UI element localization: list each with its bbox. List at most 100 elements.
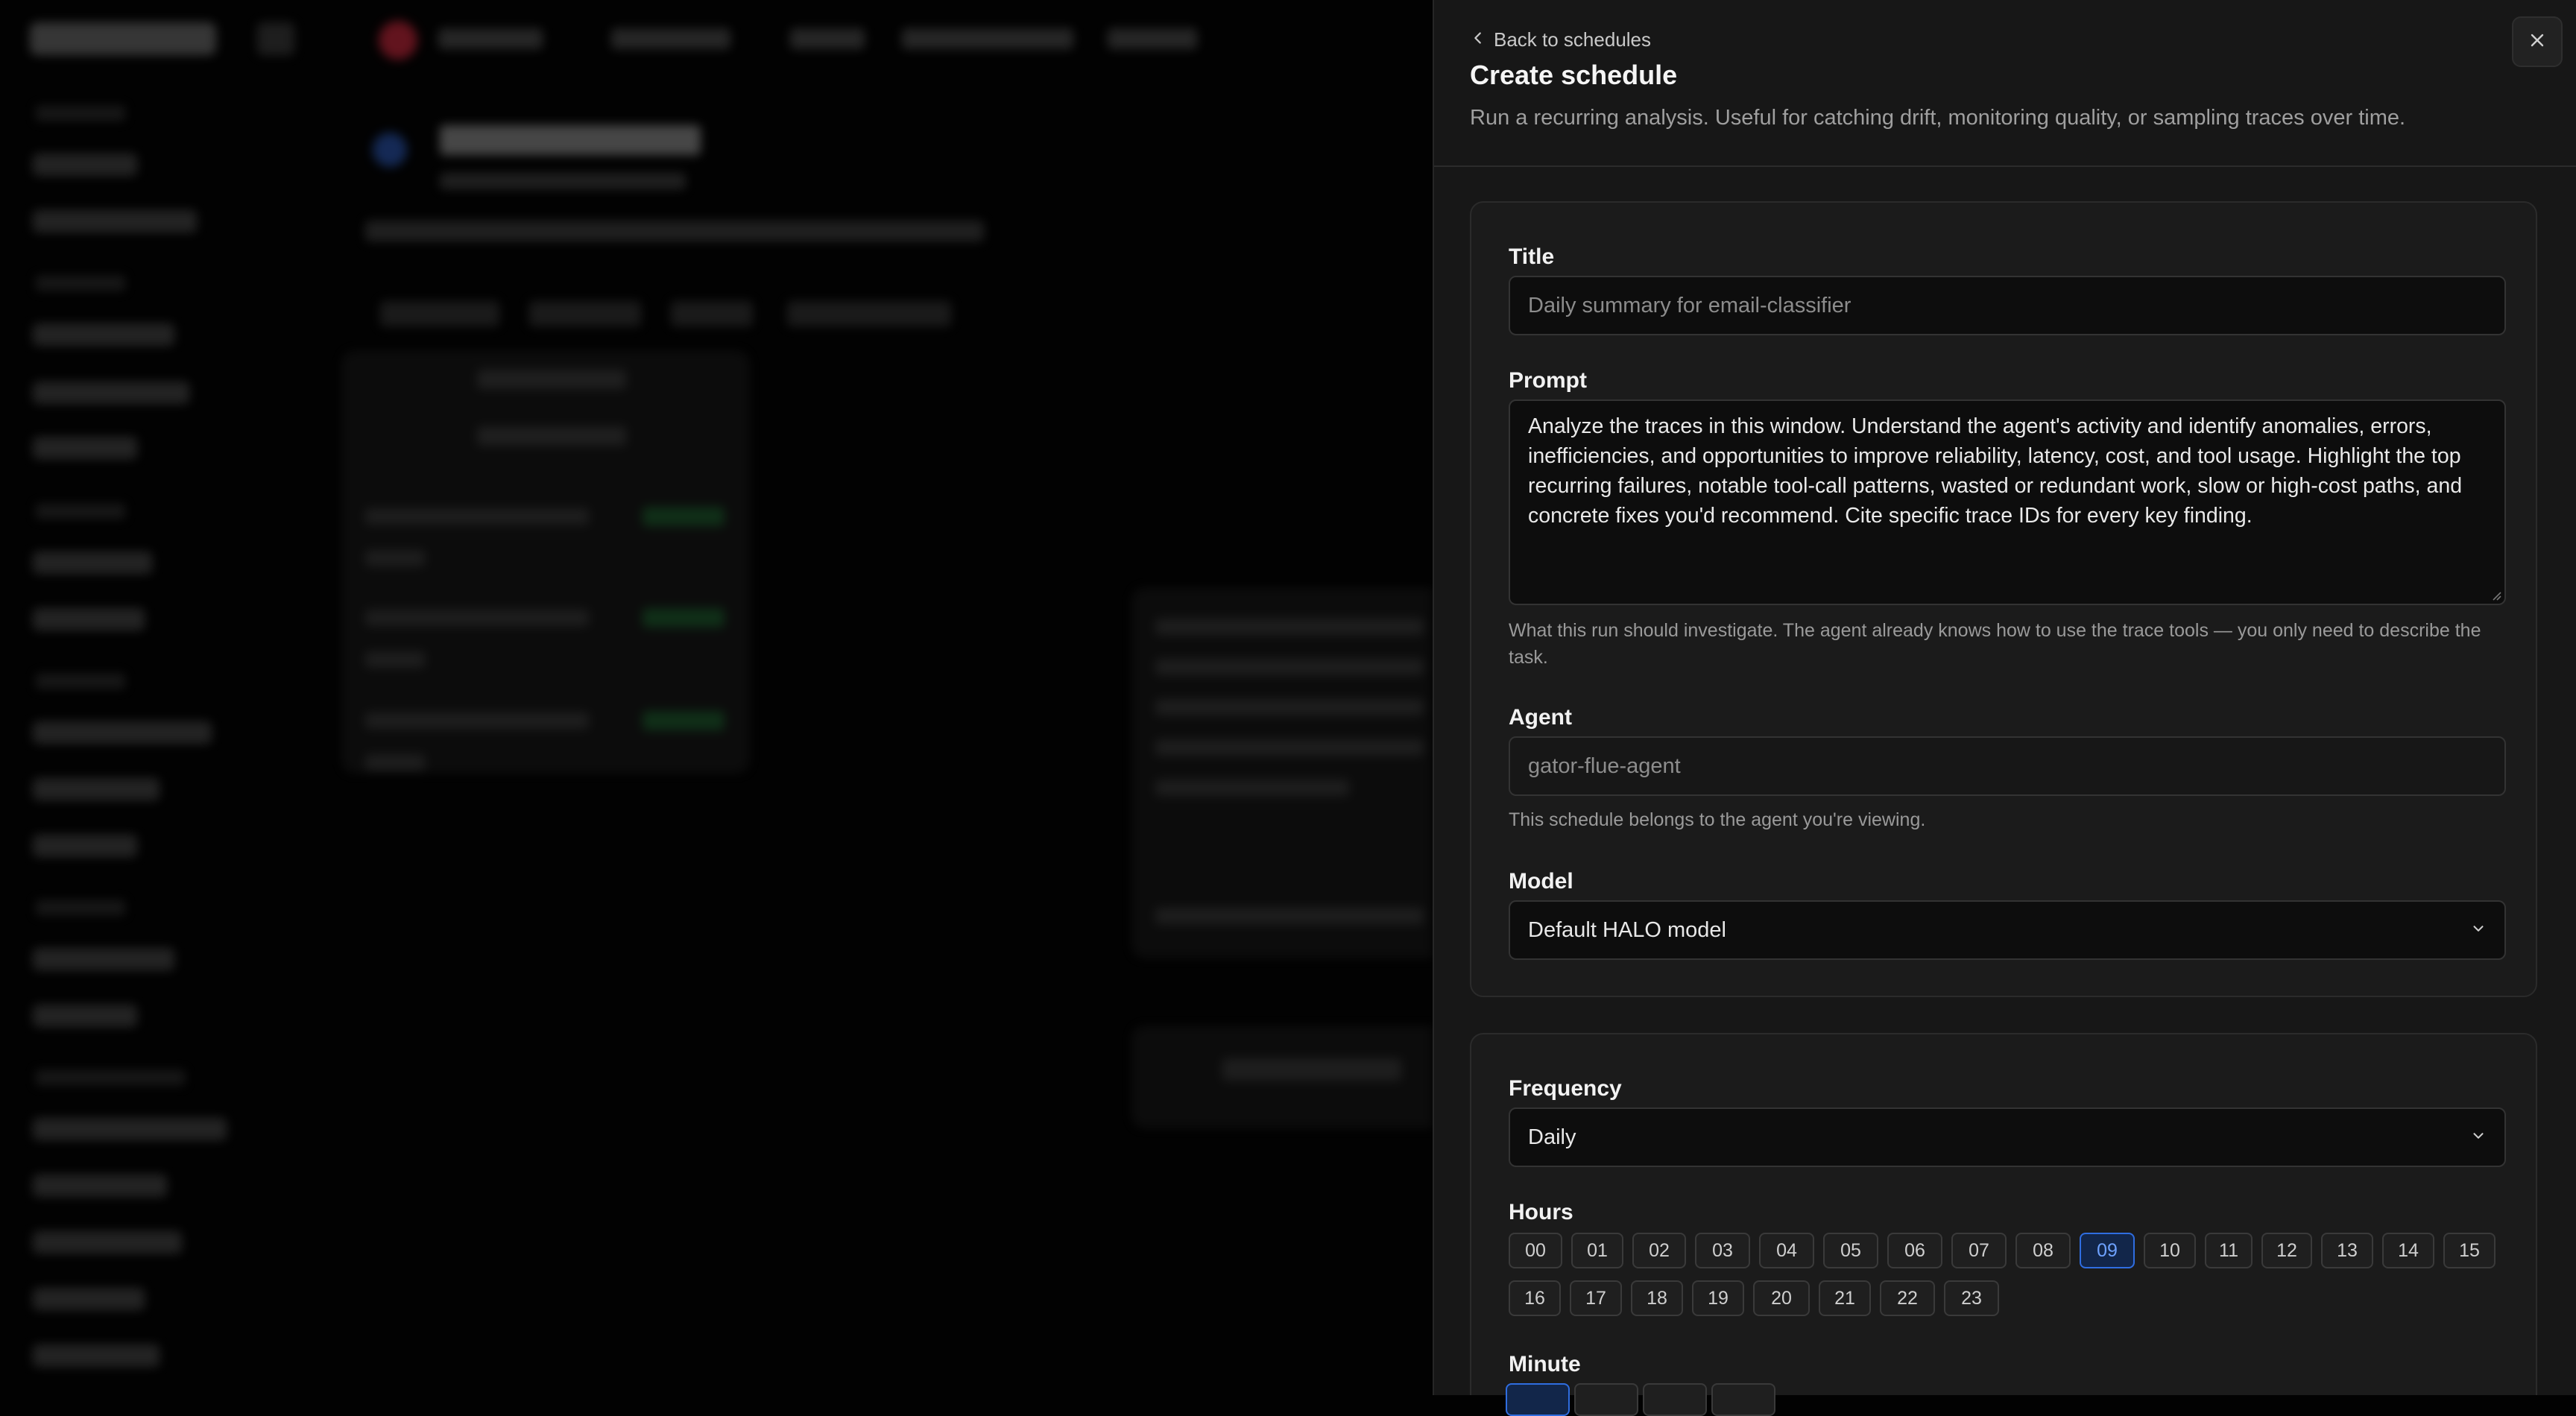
topbar-link — [1108, 28, 1197, 49]
detail-text — [1155, 699, 1424, 715]
back-to-schedules-link[interactable]: Back to schedules — [1470, 28, 1651, 51]
agent-description — [365, 221, 984, 241]
sidebar-item — [33, 1231, 182, 1254]
hour-chip-20[interactable]: 20 — [1753, 1280, 1810, 1316]
sidebar-section — [36, 900, 125, 915]
minute-chip[interactable] — [1506, 1383, 1570, 1416]
detail-text — [1155, 619, 1424, 635]
sidebar-item — [33, 1344, 160, 1367]
hour-chip-23[interactable]: 23 — [1944, 1280, 1999, 1316]
topbar-link — [611, 28, 730, 49]
hour-chip-09[interactable]: 09 — [2080, 1233, 2135, 1268]
page-title: Create schedule — [1470, 60, 1678, 90]
list-item — [365, 610, 589, 626]
detail-text — [1155, 739, 1424, 756]
hour-chip-05[interactable]: 05 — [1823, 1233, 1878, 1268]
workspace-switcher — [438, 28, 543, 49]
sidebar-item — [33, 210, 197, 233]
chevron-left-icon — [1470, 28, 1486, 51]
detail-text — [1155, 908, 1424, 924]
list-item — [365, 508, 589, 525]
sidebar-item — [33, 721, 212, 744]
hour-chip-04[interactable]: 04 — [1759, 1233, 1814, 1268]
hour-chip-11[interactable]: 11 — [2205, 1233, 2253, 1268]
status-badge — [643, 608, 724, 628]
background-app — [0, 0, 1433, 1395]
hour-chip-13[interactable]: 13 — [2321, 1233, 2373, 1268]
model-select[interactable]: Default HALO model — [1509, 900, 2506, 960]
topbar-link — [790, 28, 865, 49]
hour-chip-12[interactable]: 12 — [2261, 1233, 2312, 1268]
status-badge — [643, 507, 724, 526]
minute-chip[interactable] — [1711, 1383, 1775, 1416]
model-label: Model — [1509, 869, 1573, 894]
tab — [671, 301, 753, 326]
agent-icon — [373, 133, 407, 167]
hour-chip-10[interactable]: 10 — [2144, 1233, 2196, 1268]
list-item — [365, 550, 425, 566]
hour-chip-22[interactable]: 22 — [1880, 1280, 1935, 1316]
hour-chip-16[interactable]: 16 — [1509, 1280, 1561, 1316]
avatar — [379, 21, 417, 60]
hour-chip-01[interactable]: 01 — [1571, 1233, 1623, 1268]
hour-chip-03[interactable]: 03 — [1695, 1233, 1750, 1268]
minute-chip[interactable] — [1574, 1383, 1638, 1416]
tab — [529, 301, 641, 326]
hours-label: Hours — [1509, 1200, 1573, 1224]
title-input[interactable]: Daily summary for email-classifier — [1509, 276, 2506, 335]
sidebar-section — [36, 1070, 185, 1085]
minute-label: Minute — [1509, 1352, 1581, 1377]
sidebar-item — [33, 1288, 145, 1310]
prompt-textarea[interactable]: Analyze the traces in this window. Under… — [1509, 399, 2506, 605]
minute-chip[interactable] — [1643, 1383, 1707, 1416]
topbar-link — [902, 28, 1073, 49]
frequency-select[interactable]: Daily — [1509, 1107, 2506, 1167]
sidebar-section — [36, 504, 125, 519]
sidebar-item — [33, 608, 145, 630]
hour-chip-14[interactable]: 14 — [2382, 1233, 2434, 1268]
hour-chip-19[interactable]: 19 — [1692, 1280, 1744, 1316]
resize-handle-icon[interactable] — [2491, 590, 2501, 601]
hour-chip-17[interactable]: 17 — [1570, 1280, 1622, 1316]
hour-chip-06[interactable]: 06 — [1887, 1233, 1942, 1268]
sidebar-toggle-button — [257, 22, 294, 55]
tab — [787, 301, 951, 326]
sidebar-item — [33, 382, 189, 404]
hour-chip-15[interactable]: 15 — [2443, 1233, 2496, 1268]
sidebar-item — [33, 1175, 167, 1197]
sidebar-section — [36, 276, 125, 291]
sidebar-item — [33, 154, 137, 176]
panel-header: Back to schedules Create schedule Run a … — [1434, 0, 2576, 167]
prompt-help-text: What this run should investigate. The ag… — [1509, 620, 2481, 668]
sidebar-item — [33, 323, 174, 346]
agent-subtitle — [440, 173, 686, 189]
list-item — [365, 754, 425, 771]
prompt-text: Analyze the traces in this window. Under… — [1528, 414, 2463, 528]
chevron-down-icon — [2470, 918, 2487, 943]
hour-chip-00[interactable]: 00 — [1509, 1233, 1562, 1268]
sidebar-item — [33, 551, 152, 574]
hour-chip-02[interactable]: 02 — [1632, 1233, 1686, 1268]
agent-title — [440, 125, 701, 155]
sidebar-item — [33, 948, 174, 970]
tab — [380, 301, 499, 326]
sidebar-item — [33, 778, 160, 800]
hour-chip-18[interactable]: 18 — [1631, 1280, 1683, 1316]
sidebar-item — [33, 437, 137, 459]
details-card: Title Daily summary for email-classifier… — [1470, 201, 2537, 997]
sidebar-section — [36, 674, 125, 689]
prompt-label: Prompt — [1509, 368, 1587, 393]
sidebar-item — [33, 835, 137, 857]
chevron-down-icon — [2470, 1125, 2487, 1150]
sidebar-item — [33, 1005, 137, 1027]
agent-label: Agent — [1509, 705, 1572, 730]
page-description: Run a recurring analysis. Useful for cat… — [1470, 106, 2406, 130]
hour-chip-21[interactable]: 21 — [1819, 1280, 1871, 1316]
hour-chip-07[interactable]: 07 — [1951, 1233, 2007, 1268]
close-button[interactable] — [2512, 16, 2563, 67]
create-schedule-panel: Back to schedules Create schedule Run a … — [1433, 0, 2576, 1395]
detail-text — [1155, 780, 1349, 796]
sidebar-section — [36, 106, 125, 121]
hour-chip-08[interactable]: 08 — [2015, 1233, 2071, 1268]
app-logo — [30, 22, 216, 55]
